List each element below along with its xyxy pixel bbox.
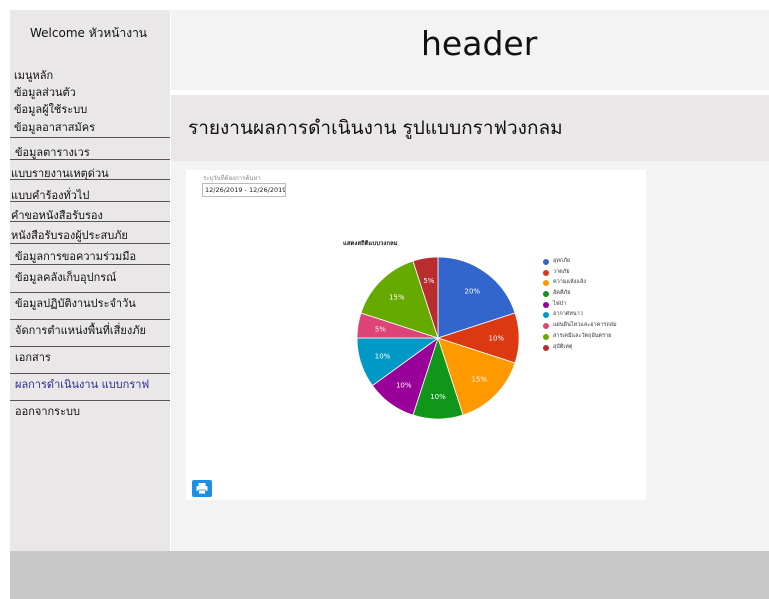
menu-item-logout[interactable]: ออกจากระบบ bbox=[10, 402, 170, 418]
header: header bbox=[171, 10, 769, 90]
menu-item-schedule[interactable]: ข้อมูลตารางเวร bbox=[10, 143, 170, 160]
pie-label-4: 10% bbox=[396, 382, 412, 390]
legend-label-7: สารเคมีและวัตถุอันตราย bbox=[553, 332, 612, 339]
footer bbox=[10, 551, 769, 599]
pie-label-0: 20% bbox=[464, 287, 480, 295]
menu-link-home[interactable]: เมนูหลัก bbox=[14, 66, 53, 84]
menu-link-users[interactable]: ข้อมูลผู้ใช้ระบบ bbox=[14, 100, 87, 118]
legend-swatch-2 bbox=[543, 280, 549, 287]
legend-label-8: อุบัติเหตุ bbox=[553, 343, 573, 350]
legend-swatch-8 bbox=[543, 344, 549, 351]
menu-item-documents[interactable]: เอกสาร bbox=[10, 348, 170, 374]
menu-item-risk-areas[interactable]: จัดการตำแหน่งพื้นที่เสี่ยงภัย bbox=[10, 321, 170, 347]
legend-label-0: อุทกภัย bbox=[553, 258, 571, 264]
legend-label-3: อัคคีภัย bbox=[553, 290, 571, 297]
date-range-input[interactable]: 12/26/2019 - 12/26/2019 bbox=[202, 183, 286, 197]
legend-label-6: แผ่นดินไหวและอาคารถล่ม bbox=[553, 322, 617, 329]
menu-item-victim-certificate[interactable]: หนังสือรับรองผู้ประสบภัย bbox=[10, 226, 170, 244]
date-filter-label: ระบุวันที่ต้องการค้นหา bbox=[203, 175, 261, 182]
menu-item-equipment[interactable]: ข้อมูลคลังเก็บอุปกรณ์ bbox=[10, 268, 170, 293]
welcome-text: Welcome หัวหน้างาน bbox=[30, 26, 148, 40]
pie-label-7: 15% bbox=[389, 293, 405, 301]
menu-item-graph-report[interactable]: ผลการดำเนินงาน แบบกราฟ bbox=[10, 375, 170, 401]
legend-label-1: วาตภัย bbox=[553, 268, 570, 275]
menu-item-certificate-request[interactable]: คำขอหนังสือรับรอง bbox=[10, 206, 170, 222]
legend-swatch-5 bbox=[543, 312, 549, 319]
sidebar: Welcome หัวหน้างาน เมนูหลัก ข้อมูลส่วนตั… bbox=[10, 10, 170, 551]
legend-swatch-3 bbox=[543, 291, 549, 298]
legend-swatch-6 bbox=[543, 323, 549, 330]
menu-item-daily-work[interactable]: ข้อมูลปฏิบัติงานประจำวัน bbox=[10, 294, 170, 320]
menu-item-general-request[interactable]: แบบคำร้องทั่วไป bbox=[10, 186, 170, 202]
legend-label-5: อากาศหนาว bbox=[553, 311, 583, 318]
pie-label-2: 15% bbox=[471, 376, 487, 384]
legend-swatch-0 bbox=[543, 259, 549, 265]
menu-item-cooperation[interactable]: ข้อมูลการขอความร่วมมือ bbox=[10, 247, 170, 265]
legend-swatch-7 bbox=[543, 333, 549, 340]
legend-swatch-1 bbox=[543, 269, 549, 276]
menu-link-volunteers[interactable]: ข้อมูลอาสาสมัคร bbox=[10, 118, 170, 138]
pie-label-6: 5% bbox=[375, 325, 386, 333]
menu-item-urgent-report[interactable]: แบบรายงานเหตุด่วน bbox=[10, 164, 170, 180]
pie-label-8: 5% bbox=[423, 277, 434, 285]
chart-title: แสดงสถิติแบบวงกลม bbox=[343, 240, 398, 247]
legend-swatch-4 bbox=[543, 301, 549, 308]
page-title: รายงานผลการดำเนินงาน รูปแบบกราฟวงกลม bbox=[188, 117, 563, 139]
title-bar: รายงานผลการดำเนินงาน รูปแบบกราฟวงกลม bbox=[171, 95, 769, 161]
print-button[interactable] bbox=[192, 480, 212, 497]
pie-label-3: 10% bbox=[430, 393, 446, 401]
menu-link-profile[interactable]: ข้อมูลส่วนตัว bbox=[14, 83, 76, 101]
header-title: header bbox=[421, 24, 538, 63]
print-icon bbox=[196, 483, 208, 495]
chart-panel: ระบุวันที่ต้องการค้นหา 12/26/2019 - 12/2… bbox=[186, 170, 646, 500]
legend-label-2: ความแห้งแล้ง bbox=[553, 279, 586, 286]
pie-chart: 20% 10% 15% 10% 10% 10% 5% 15% 5% bbox=[356, 256, 520, 420]
legend-label-4: ไฟป่า bbox=[553, 300, 567, 307]
pie-label-1: 10% bbox=[489, 335, 505, 343]
pie-label-5: 10% bbox=[375, 353, 391, 361]
